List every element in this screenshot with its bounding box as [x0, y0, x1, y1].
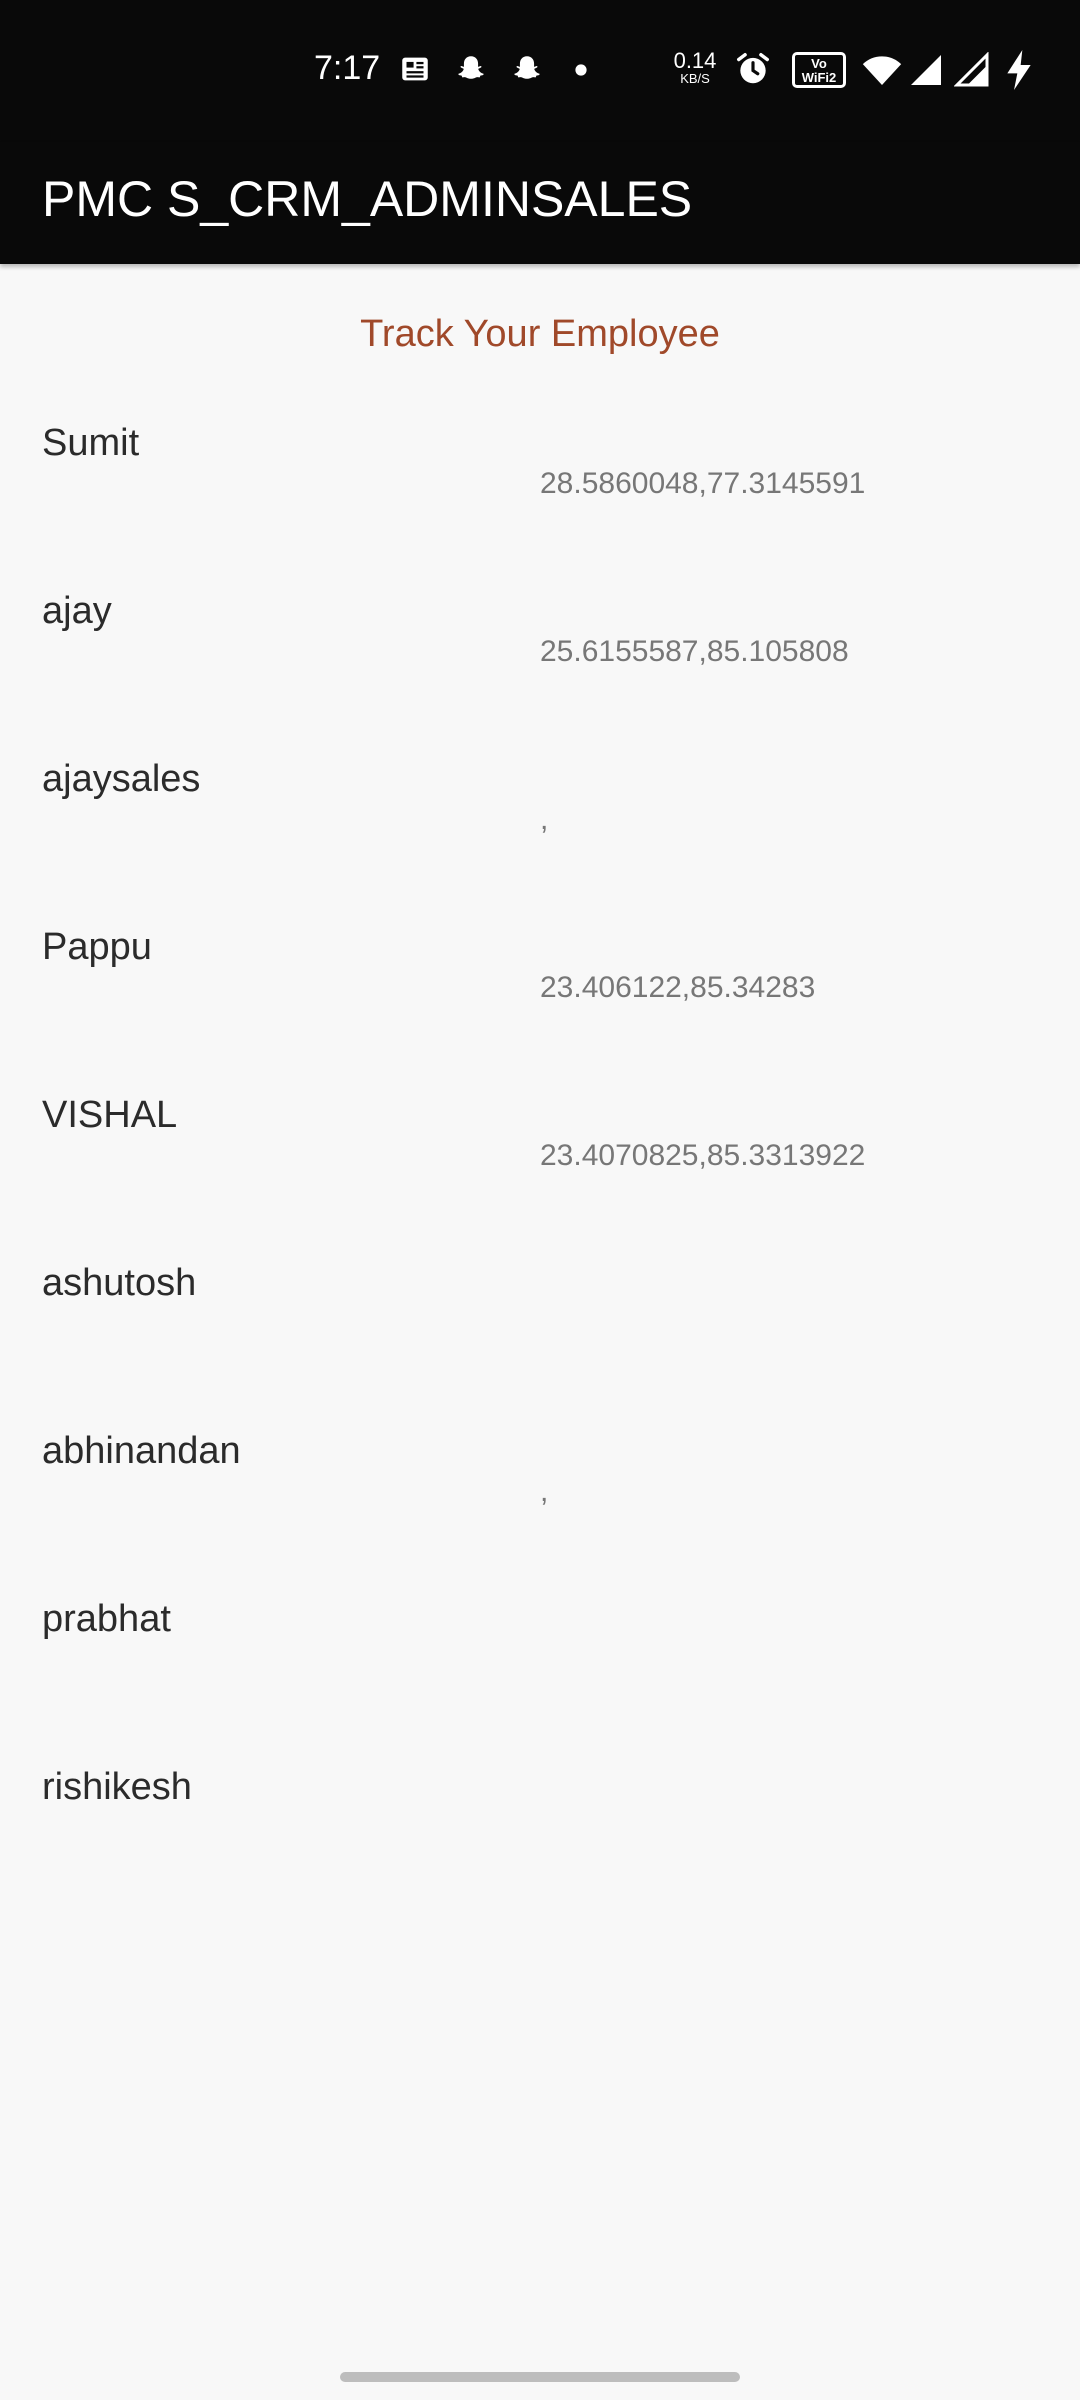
- employee-name: ashutosh: [42, 1262, 197, 1304]
- list-item[interactable]: Pappu 23.406122,85.34283: [0, 922, 1080, 1090]
- wifi-icon: [862, 52, 902, 88]
- home-gesture-bar[interactable]: [340, 2372, 740, 2382]
- network-speed: 0.14 KB/S: [670, 50, 720, 86]
- employee-coordinates: 23.4070825,85.3313922: [540, 1139, 866, 1172]
- employee-name: Pappu: [42, 926, 152, 968]
- employee-coordinates: 28.5860048,77.3145591: [540, 467, 866, 500]
- status-bar: 7:17 0.14 KB/S Vo WiFi2: [0, 0, 1080, 142]
- employee-name: VISHAL: [42, 1094, 178, 1136]
- vowifi-line2: WiFi2: [801, 70, 837, 85]
- employee-name: abhinandan: [42, 1430, 241, 1472]
- snapchat-icon: [510, 52, 544, 86]
- alarm-icon: [734, 50, 772, 88]
- app-title: PMC S_CRM_ADMINSALES: [42, 171, 693, 227]
- vowifi-line1: Vo: [811, 56, 827, 71]
- employee-name: ajay: [42, 590, 112, 632]
- list-item[interactable]: VISHAL 23.4070825,85.3313922: [0, 1090, 1080, 1258]
- employee-name: Sumit: [42, 422, 140, 464]
- employee-coordinates: 25.6155587,85.105808: [540, 635, 849, 668]
- network-speed-value: 0.14: [673, 48, 717, 73]
- list-item[interactable]: ashutosh: [0, 1258, 1080, 1426]
- employee-coordinates: 23.406122,85.34283: [540, 971, 816, 1004]
- list-item[interactable]: Sumit 28.5860048,77.3145591: [0, 418, 1080, 586]
- signal-icon: [954, 52, 990, 88]
- vowifi-icon: Vo WiFi2: [792, 52, 846, 88]
- signal-icon: [908, 52, 944, 88]
- employee-name: ajaysales: [42, 758, 201, 800]
- list-item[interactable]: prabhat: [0, 1594, 1080, 1762]
- app-bar: PMC S_CRM_ADMINSALES: [0, 142, 1080, 264]
- network-speed-unit: KB/S: [680, 71, 710, 86]
- dot-icon: [574, 63, 588, 77]
- list-item[interactable]: ajaysales ,: [0, 754, 1080, 922]
- employee-coordinates: ,: [540, 1475, 549, 1508]
- employee-name: prabhat: [42, 1598, 171, 1640]
- news-icon: [398, 52, 432, 86]
- list-item[interactable]: rishikesh: [0, 1762, 1080, 1930]
- list-item[interactable]: ajay 25.6155587,85.105808: [0, 586, 1080, 754]
- employee-coordinates: ,: [540, 803, 549, 836]
- employee-name: rishikesh: [42, 1766, 192, 1808]
- page-title: Track Your Employee: [360, 313, 720, 355]
- status-time: 7:17: [314, 49, 381, 87]
- list-item[interactable]: abhinandan ,: [0, 1426, 1080, 1594]
- charging-icon: [1004, 50, 1034, 90]
- snapchat-icon: [454, 52, 488, 86]
